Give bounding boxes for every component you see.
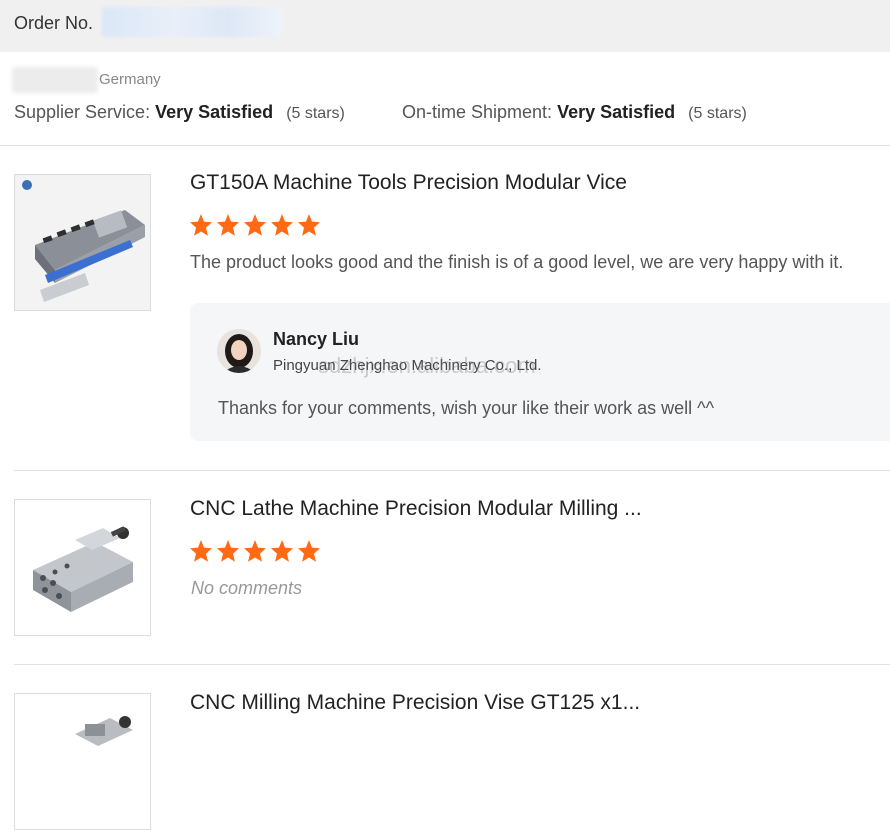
star-icon — [190, 540, 212, 562]
supplier-service-label: Supplier Service: — [14, 102, 151, 122]
order-number-redacted — [102, 7, 282, 37]
review-divider — [14, 470, 890, 471]
star-icon — [217, 540, 239, 562]
avatar — [217, 329, 261, 373]
star-icon — [298, 540, 320, 562]
supplier-service-rating: Supplier Service: Very Satisfied (5 star… — [14, 102, 345, 123]
product-image-vice-2[interactable] — [14, 499, 151, 636]
product-rating-stars — [189, 213, 321, 237]
reply-text: Thanks for your comments, wish your like… — [218, 398, 715, 418]
star-icon — [298, 214, 320, 236]
vice-photo-icon — [15, 500, 150, 635]
review-divider — [14, 664, 890, 665]
star-icon — [271, 214, 293, 236]
star-icon — [271, 540, 293, 562]
person-avatar-icon — [217, 329, 261, 373]
reply-author-name: Nancy Liu — [273, 329, 360, 349]
buyer-name-redacted — [12, 67, 98, 93]
star-icon — [244, 214, 266, 236]
section-divider — [0, 145, 890, 146]
star-icon — [190, 214, 212, 236]
product-image-vice-3[interactable] — [14, 693, 151, 830]
review-text: The product looks good and the finish is… — [190, 252, 844, 272]
supplier-reply: Nancy Liu Pingyuan Zhenghao Machinery Co… — [190, 303, 890, 441]
product-title[interactable]: GT150A Machine Tools Precision Modular V… — [190, 171, 627, 195]
star-icon — [244, 540, 266, 562]
product-title[interactable]: CNC Milling Machine Precision Vise GT125… — [190, 691, 640, 715]
buyer-country: Germany — [99, 71, 161, 88]
product-rating-stars — [189, 539, 321, 563]
product-image-vice-1[interactable] — [14, 174, 151, 311]
watermark: sdzhjx.en.alibaba.com — [318, 353, 536, 378]
order-header: Order No. — [0, 0, 890, 52]
shipment-rating: On-time Shipment: Very Satisfied (5 star… — [402, 102, 747, 123]
shipment-stars: (5 stars) — [688, 105, 747, 122]
shipment-label: On-time Shipment: — [402, 102, 553, 122]
review-text-empty: No comments — [191, 578, 303, 598]
supplier-service-stars: (5 stars) — [286, 105, 345, 122]
vice-photo-icon — [15, 175, 150, 310]
vice-photo-icon — [15, 694, 150, 829]
star-icon — [217, 214, 239, 236]
supplier-service-value: Very Satisfied — [155, 102, 274, 122]
shipment-value: Very Satisfied — [557, 102, 676, 122]
order-number-label: Order No. — [14, 13, 94, 33]
product-title[interactable]: CNC Lathe Machine Precision Modular Mill… — [190, 497, 642, 521]
